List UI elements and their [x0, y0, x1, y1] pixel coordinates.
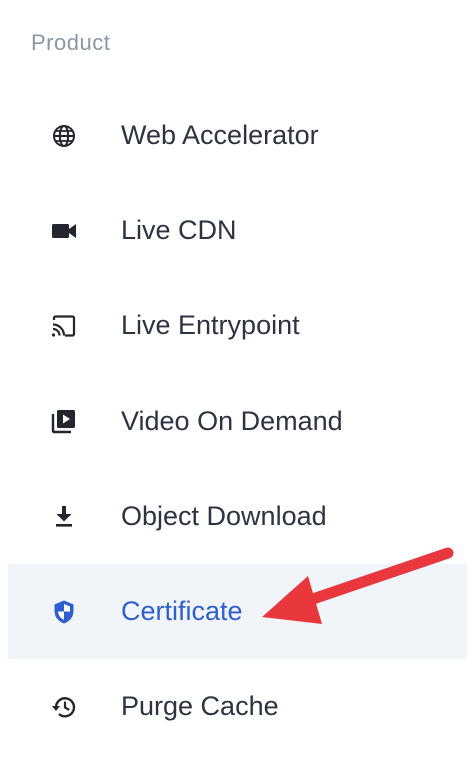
menu-item-label: Purge Cache — [121, 691, 279, 722]
cast-icon — [50, 312, 78, 340]
menu-item-certificate[interactable]: Certificate — [8, 563, 467, 660]
menu-item-live-cdn[interactable]: Live CDN — [0, 183, 467, 278]
sidebar: Product Web Accelerator Live CDN Live En… — [0, 0, 467, 765]
video-library-icon — [50, 407, 78, 435]
menu-item-label: Web Accelerator — [121, 120, 319, 151]
menu-item-label: Object Download — [121, 500, 327, 531]
globe-icon — [50, 122, 78, 150]
menu-item-label: Live Entrypoint — [121, 310, 300, 341]
menu-item-video-on-demand[interactable]: Video On Demand — [0, 374, 467, 469]
section-heading: Product — [31, 30, 111, 55]
menu-item-label: Live CDN — [121, 215, 237, 246]
menu-item-live-entrypoint[interactable]: Live Entrypoint — [0, 278, 467, 373]
video-camera-icon — [50, 217, 78, 245]
menu-item-purge-cache[interactable]: Purge Cache — [0, 659, 467, 754]
menu-item-label: Video On Demand — [121, 405, 343, 436]
menu-item-object-download[interactable]: Object Download — [0, 469, 467, 564]
menu-item-web-accelerator[interactable]: Web Accelerator — [0, 88, 467, 183]
history-icon — [50, 693, 78, 721]
menu-item-label: Certificate — [121, 596, 243, 627]
product-menu: Web Accelerator Live CDN Live Entrypoint… — [0, 88, 467, 754]
download-icon — [50, 502, 78, 530]
shield-icon — [50, 598, 78, 626]
